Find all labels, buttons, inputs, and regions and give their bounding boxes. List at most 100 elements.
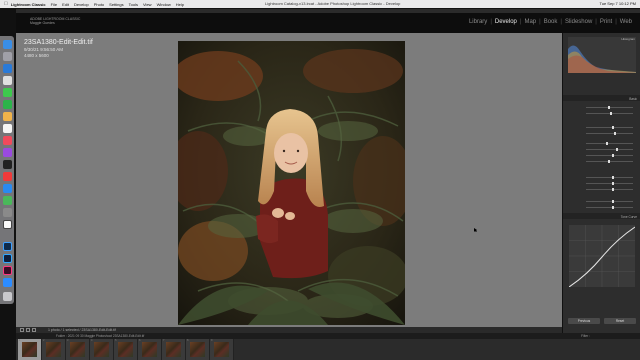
photos-icon[interactable] xyxy=(3,112,12,121)
maps-icon[interactable] xyxy=(3,196,12,205)
slider-thumb[interactable] xyxy=(612,125,614,129)
podcasts-icon[interactable] xyxy=(3,148,12,157)
slider-thumb[interactable] xyxy=(612,175,614,179)
apple-icon[interactable]:  xyxy=(4,1,8,7)
slider-thumb[interactable] xyxy=(612,153,614,157)
thumb-image xyxy=(142,342,157,357)
finder-icon[interactable] xyxy=(3,40,12,49)
module-print[interactable]: Print xyxy=(598,19,614,25)
chrome-icon[interactable] xyxy=(3,76,12,85)
menu-bar:  Lightroom Classic File Edit Develop Ph… xyxy=(0,0,640,8)
zoom-icon[interactable] xyxy=(3,278,12,287)
filmstrip-thumb[interactable]: 3 xyxy=(66,339,90,360)
slider-exposure[interactable] xyxy=(568,125,636,129)
slider-texture[interactable] xyxy=(568,175,636,179)
slider-dehaze[interactable] xyxy=(568,187,636,191)
slider-thumb[interactable] xyxy=(616,147,618,151)
launchpad-icon[interactable] xyxy=(3,52,12,61)
histogram-label: Histogram xyxy=(621,37,635,41)
filmstrip-filter[interactable]: Filter : xyxy=(581,334,590,338)
slider-thumb[interactable] xyxy=(608,105,610,109)
trash-icon[interactable] xyxy=(3,292,12,301)
slider-track xyxy=(586,201,633,202)
slider-blacks[interactable] xyxy=(568,159,636,163)
facetime-icon[interactable] xyxy=(3,100,12,109)
module-slideshow[interactable]: Slideshow xyxy=(563,19,594,25)
menu-clock[interactable]: Tue Sep 7 10:12 PM xyxy=(599,1,636,6)
histogram[interactable]: Histogram xyxy=(568,37,636,73)
menu-settings[interactable]: Settings xyxy=(109,2,123,7)
photo-info-overlay: 23SA1380-Edit-Edit.tif 9/30/21 9:56:50 A… xyxy=(24,39,93,58)
settings-icon[interactable] xyxy=(3,208,12,217)
develop-viewer[interactable]: 23SA1380-Edit-Edit.tif 9/30/21 9:56:50 A… xyxy=(16,33,562,327)
slider-thumb[interactable] xyxy=(612,187,614,191)
slider-track xyxy=(586,177,633,178)
news-icon[interactable] xyxy=(3,172,12,181)
module-web[interactable]: Web xyxy=(618,19,634,25)
slider-thumb[interactable] xyxy=(606,141,608,145)
thumb-index: 2 xyxy=(43,339,45,342)
music-icon[interactable] xyxy=(3,136,12,145)
slider-temp[interactable] xyxy=(568,105,636,109)
menu-develop[interactable]: Develop xyxy=(74,2,89,7)
tone-curve-section-label: Tone Curve xyxy=(620,214,637,219)
filmstrip-thumb[interactable]: 8 xyxy=(186,339,210,360)
slider-shadows[interactable] xyxy=(568,147,636,151)
basic-section-header[interactable]: Basic xyxy=(563,95,640,101)
menu-edit[interactable]: Edit xyxy=(62,2,69,7)
safari-icon[interactable] xyxy=(3,64,12,73)
grid-view-icon[interactable] xyxy=(32,328,36,332)
menu-view[interactable]: View xyxy=(143,2,152,7)
filmstrip-thumb[interactable]: 7 xyxy=(162,339,186,360)
reset-button[interactable]: Reset xyxy=(604,318,636,324)
appstore-icon[interactable] xyxy=(3,184,12,193)
slider-thumb[interactable] xyxy=(612,205,614,209)
before-after-icon[interactable] xyxy=(26,328,30,332)
menu-help[interactable]: Help xyxy=(176,2,184,7)
slider-thumb[interactable] xyxy=(610,111,612,115)
messages-icon[interactable] xyxy=(3,88,12,97)
slider-whites[interactable] xyxy=(568,153,636,157)
filmstrip-thumb[interactable]: 2 xyxy=(42,339,66,360)
loupe-view-icon[interactable] xyxy=(20,328,24,332)
slider-vibrance[interactable] xyxy=(568,199,636,203)
slider-tint[interactable] xyxy=(568,111,636,115)
module-map[interactable]: Map xyxy=(522,19,538,25)
filmstrip-thumb[interactable]: 9 xyxy=(210,339,234,360)
filmstrip-thumb[interactable]: 1 xyxy=(18,339,42,360)
tone-curve-section-header[interactable]: Tone Curve xyxy=(563,213,640,219)
filmstrip-path[interactable]: Folder : 2021 09 30 Maggie Photoshoot 23… xyxy=(56,334,144,338)
module-book[interactable]: Book xyxy=(542,19,560,25)
slider-contrast[interactable] xyxy=(568,131,636,135)
menu-window[interactable]: Window xyxy=(157,2,171,7)
slider-track xyxy=(586,189,633,190)
previous-button[interactable]: Previous xyxy=(568,318,600,324)
slider-thumb[interactable] xyxy=(612,181,614,185)
module-develop[interactable]: Develop xyxy=(493,19,519,25)
slider-clarity[interactable] xyxy=(568,181,636,185)
menu-app-name[interactable]: Lightroom Classic xyxy=(11,2,46,7)
calendar-icon[interactable] xyxy=(3,124,12,133)
filmstrip-thumb[interactable]: 4 xyxy=(90,339,114,360)
notion-icon[interactable] xyxy=(3,220,12,229)
main-photo[interactable] xyxy=(178,41,405,325)
thumb-image xyxy=(190,342,205,357)
indesign-icon[interactable] xyxy=(3,266,12,275)
menu-photo[interactable]: Photo xyxy=(94,2,104,7)
menu-tools[interactable]: Tools xyxy=(129,2,138,7)
appletv-icon[interactable] xyxy=(3,160,12,169)
menu-file[interactable]: File xyxy=(51,2,57,7)
slider-thumb[interactable] xyxy=(612,199,614,203)
module-library[interactable]: Library xyxy=(467,19,489,25)
slider-thumb[interactable] xyxy=(614,131,616,135)
tone-curve-graph[interactable] xyxy=(568,225,636,288)
slider-saturation[interactable] xyxy=(568,205,636,209)
slider-thumb[interactable] xyxy=(608,159,610,163)
filmstrip-thumb[interactable]: 6 xyxy=(138,339,162,360)
slider-highlights[interactable] xyxy=(568,141,636,145)
lightroom-icon[interactable] xyxy=(3,242,12,251)
thumb-index: 9 xyxy=(211,339,213,342)
filmstrip-thumb[interactable]: 5 xyxy=(114,339,138,360)
photoshop-icon[interactable] xyxy=(3,254,12,263)
toolbar-info: 1 photo / 1 selected / 23SA1380-Edit-Edi… xyxy=(48,328,116,332)
